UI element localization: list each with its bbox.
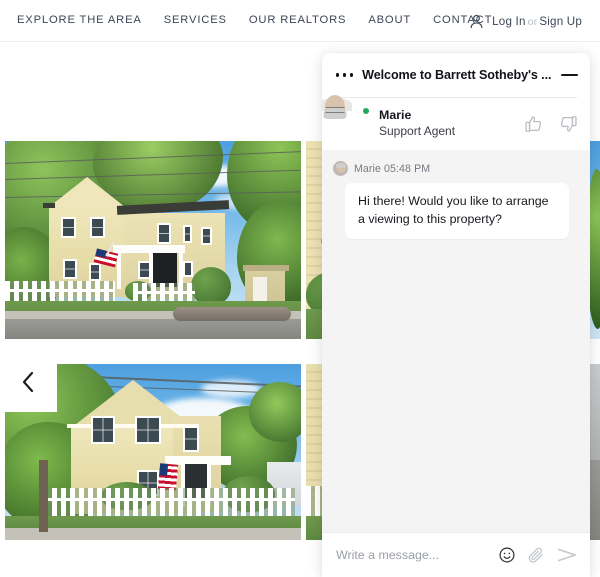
message-avatar-hair [335,162,346,168]
photo3-roof-edge [67,424,199,428]
thumbs-up-icon[interactable] [524,115,543,134]
chevron-left-icon [21,371,36,393]
gallery-photo-1[interactable] [5,141,301,339]
message-sender-and-time: Marie 05:48 PM [354,162,431,175]
chat-header: Welcome to Barrett Sotheby's ... [322,53,590,97]
chat-title: Welcome to Barrett Sotheby's ... [362,68,552,82]
photo1-window [157,223,171,244]
photo1-road [5,319,301,339]
photo3-window [135,416,161,444]
chat-message-list: Marie 05:48 PM Hi there! Would you like … [322,150,590,532]
photo3-window [91,416,115,444]
carousel-prev-button[interactable] [0,351,57,412]
photo1-garage-roof [243,265,289,271]
photo1-window [183,225,192,243]
nav-about[interactable]: ABOUT [368,14,411,26]
auth-links: Log In or Sign Up [492,15,582,28]
photo1-window [183,261,193,277]
photo3-sidewalk [5,528,301,540]
chat-widget: Welcome to Barrett Sotheby's ... Marie S… [322,53,590,577]
photo1-window [89,263,101,281]
photo1-fence-rail [5,289,115,292]
photo1-window [90,217,105,238]
photo1-window [201,227,212,245]
nav-services[interactable]: SERVICES [164,14,227,26]
message-avatar [333,161,348,176]
gallery-photo-right-edge-top [590,141,600,339]
agent-avatar-wrap [322,95,370,141]
photo1-shrub [191,267,231,305]
online-status-dot [362,107,370,115]
minimize-icon[interactable] [561,74,578,76]
agent-role: Support Agent [379,124,456,139]
photo1-window [61,217,76,238]
photo3-fence-rail [43,498,295,501]
nav-our-realtors[interactable]: OUR REALTORS [249,14,346,26]
paperclip-icon[interactable] [527,546,545,564]
top-navigation-bar: EXPLORE THE AREA SERVICES OUR REALTORS A… [0,0,600,42]
feedback-buttons [524,115,578,134]
photo1-rock-border [173,307,291,321]
message-meta: Marie 05:48 PM [333,161,578,176]
gallery-photo-right-edge-bottom [590,364,600,540]
agent-info: Marie Support Agent [379,108,455,139]
page-root: EXPLORE THE AREA SERVICES OUR REALTORS A… [0,0,600,577]
auth-separator: or [527,15,538,28]
agent-name: Marie [379,108,412,123]
nav-explore-the-area[interactable]: EXPLORE THE AREA [17,14,142,26]
photo3-window [183,426,199,452]
photo1-fence-rail [133,291,195,294]
photo3-tree-trunk [39,460,48,532]
chat-message: Marie 05:48 PM Hi there! Would you like … [333,161,578,240]
thumbs-down-icon[interactable] [559,115,578,134]
input-action-icons [498,544,578,566]
person-icon [468,13,485,30]
photo-right-tree [590,169,600,329]
photo1-flag-canton [95,248,107,258]
log-in-link[interactable]: Log In [492,15,525,28]
account-area: Log In or Sign Up [468,0,582,42]
message-input[interactable] [336,548,498,562]
photo1-roof [43,203,55,208]
send-icon[interactable] [556,544,578,566]
emoji-icon[interactable] [498,546,516,564]
photo1-window [63,259,77,279]
photo-right-road [590,460,600,540]
chat-input-bar [322,532,590,577]
photo3-flag-canton [159,463,169,477]
more-options-icon[interactable] [336,73,354,77]
sign-up-link[interactable]: Sign Up [539,15,582,28]
photo1-house-gable [49,177,125,207]
message-bubble: Hi there! Would you like to arrange a vi… [345,183,569,240]
photo1-porch-dark [153,253,177,287]
nav-links: EXPLORE THE AREA SERVICES OUR REALTORS A… [0,14,492,26]
photo3-american-flag [157,463,179,491]
chat-agent-bar: Marie Support Agent [322,95,590,150]
